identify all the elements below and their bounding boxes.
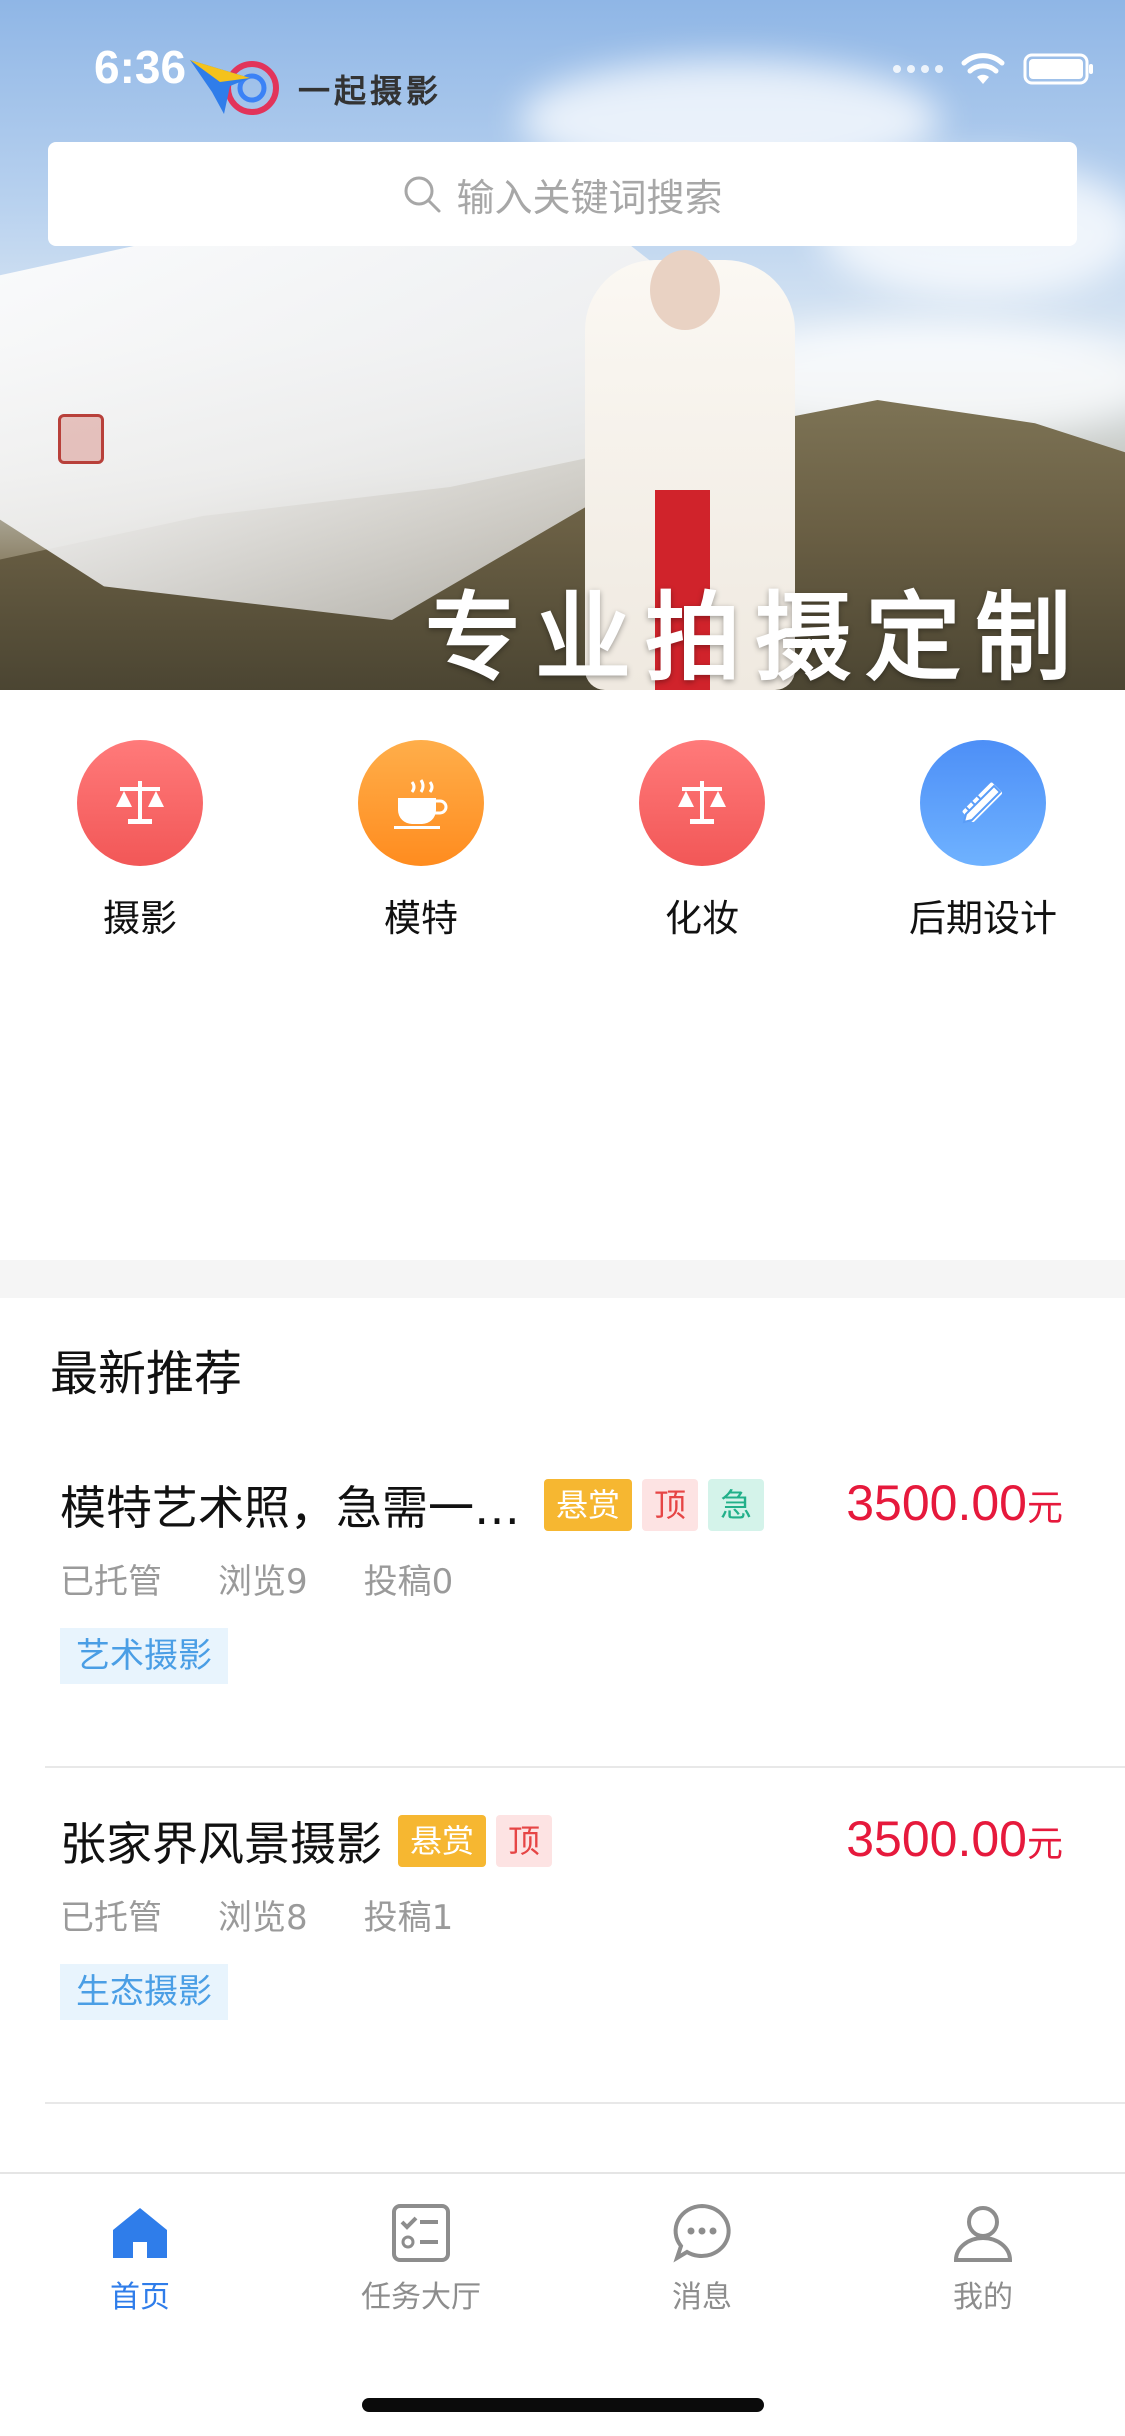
- price-value: 3500.00: [846, 1475, 1027, 1531]
- tab-label: 我的: [953, 2280, 1013, 2315]
- category-label: 模特: [384, 897, 458, 940]
- view-count: 浏览8: [218, 1898, 308, 1938]
- wifi-icon: [961, 53, 1005, 84]
- category-label: 摄影: [103, 897, 177, 940]
- task-meta: 已托管 浏览8 投稿1: [60, 1890, 453, 1939]
- status-time: 6:36: [94, 41, 187, 93]
- logo-text: 一起摄影: [298, 72, 443, 110]
- signal-icon: [893, 65, 943, 73]
- reward-badge: 悬赏: [398, 1815, 487, 1867]
- category-tag: 生态摄影: [60, 1964, 228, 2020]
- submission-count: 投稿1: [363, 1898, 454, 1938]
- submission-count: 投稿0: [363, 1562, 454, 1602]
- tab-label: 首页: [110, 2280, 170, 2315]
- seal-stamp: [58, 414, 104, 464]
- task-list-icon: [392, 2204, 450, 2262]
- price-value: 3500.00: [846, 1811, 1027, 1867]
- logo-mark-icon: [190, 56, 290, 122]
- search-bar[interactable]: 输入关键词搜索: [48, 142, 1077, 246]
- search-icon: [404, 176, 441, 213]
- task-meta: 已托管 浏览9 投稿0: [60, 1554, 453, 1603]
- view-count: 浏览9: [218, 1562, 308, 1602]
- category-makeup[interactable]: 化妆: [602, 740, 802, 942]
- scale-icon: [77, 740, 203, 866]
- battery-icon: [1023, 53, 1093, 85]
- price-unit: 元: [1026, 1487, 1063, 1528]
- reward-badge: 悬赏: [544, 1479, 633, 1531]
- category-label: 化妆: [665, 897, 739, 940]
- search-placeholder[interactable]: 输入关键词搜索: [456, 167, 722, 222]
- task-card[interactable]: 模特艺术照，急需一… 悬赏 顶 急 3500.00元 已托管 浏览9 投稿0 艺…: [45, 1432, 1125, 1768]
- tab-home[interactable]: 首页: [40, 2200, 240, 2316]
- tab-task-hall[interactable]: 任务大厅: [321, 2200, 521, 2316]
- category-photography[interactable]: 摄影: [40, 740, 240, 942]
- task-price: 3500.00元: [846, 1474, 1063, 1532]
- price-unit: 元: [1026, 1823, 1063, 1864]
- app-logo: 一起摄影: [190, 56, 442, 122]
- category-post-design[interactable]: 后期设计: [883, 740, 1083, 942]
- task-title: 张家界风景摄影: [60, 1817, 382, 1871]
- category-model[interactable]: 模特: [321, 740, 521, 942]
- task-price: 3500.00元: [846, 1810, 1063, 1868]
- top-badge: 顶: [496, 1815, 553, 1867]
- category-grid: 摄影 模特 化妆 后期设计: [0, 690, 1125, 1260]
- user-icon: [953, 2206, 1013, 2262]
- home-indicator[interactable]: [362, 2398, 764, 2412]
- escrow-status: 已托管: [60, 1562, 162, 1602]
- task-title: 模特艺术照，急需一…: [60, 1481, 520, 1535]
- tab-messages[interactable]: 消息: [602, 2200, 802, 2316]
- section-title: 最新推荐: [50, 1346, 243, 1402]
- top-badge: 顶: [642, 1479, 699, 1531]
- tab-label: 任务大厅: [361, 2280, 481, 2315]
- bottom-tab-bar: 首页 任务大厅 消息 我的: [0, 2172, 1125, 2436]
- tab-mine[interactable]: 我的: [883, 2200, 1083, 2316]
- status-indicators: [893, 52, 1095, 86]
- chat-bubble-icon: [673, 2203, 731, 2263]
- category-tag: 艺术摄影: [60, 1628, 228, 1684]
- category-label: 后期设计: [909, 897, 1057, 940]
- section-divider: [0, 1260, 1125, 1298]
- home-icon: [113, 2208, 167, 2258]
- banner-image[interactable]: 专业拍摄定制: [0, 0, 1125, 690]
- escrow-status: 已托管: [60, 1898, 162, 1938]
- tab-label: 消息: [672, 2280, 732, 2315]
- banner-text: 专业拍摄定制: [425, 581, 1085, 690]
- task-card[interactable]: 张家界风景摄影 悬赏 顶 3500.00元 已托管 浏览8 投稿1 生态摄影: [45, 1768, 1125, 2104]
- pencil-ruler-icon: [920, 740, 1046, 866]
- scale-icon: [639, 740, 765, 866]
- coffee-cup-icon: [358, 740, 484, 866]
- urgent-badge: 急: [708, 1479, 765, 1531]
